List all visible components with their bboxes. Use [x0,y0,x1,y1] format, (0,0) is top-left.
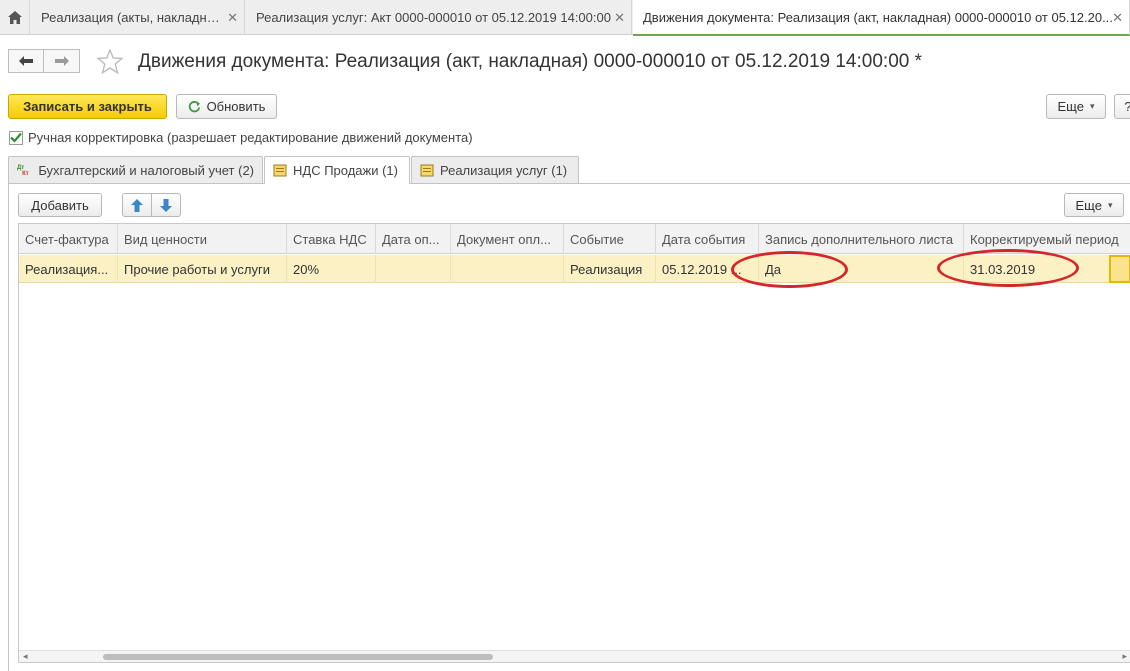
add-label: Добавить [31,197,89,213]
column-header[interactable]: Документ опл... [451,224,564,254]
column-header[interactable]: Вид ценности [118,224,287,254]
table-cell[interactable]: 05.12.2019 ... [656,255,759,283]
manual-adjust-option: Ручная корректировка (разрешает редактир… [9,130,473,145]
table-cell-selected[interactable] [1109,255,1130,283]
tab-label: Бухгалтерский и налоговый учет (2) [38,162,254,178]
page-title: Движения документа: Реализация (акт, нак… [138,51,923,72]
more-label: Еще [1057,99,1084,114]
window-tab-label: Реализация услуг: Акт 0000-000010 от 05.… [256,10,611,25]
refresh-label: Обновить [206,99,266,114]
table-cell[interactable]: 31.03.2019 [964,255,1109,283]
save-and-close-label: Записать и закрыть [23,99,152,114]
scroll-left-icon[interactable]: ◂ [23,651,28,662]
table-cell[interactable]: Прочие работы и услуги [118,255,287,283]
close-icon[interactable]: ✕ [614,10,625,26]
column-header[interactable]: Дата события [656,224,759,254]
column-header[interactable]: Запись дополнительного листа [759,224,964,254]
table-cell[interactable] [376,255,451,283]
tab-accounting[interactable]: Дт Кт Бухгалтерский и налоговый учет (2) [8,156,263,183]
column-header[interactable]: Дата оп... [376,224,451,254]
register-icon [420,164,434,176]
table-cell[interactable]: Да [759,255,964,283]
svg-text:Кт: Кт [22,171,29,177]
window-tab-label: Реализация (акты, накладные) [41,10,227,25]
favorite-button[interactable] [96,48,124,77]
tab-label: НДС Продажи (1) [293,163,398,178]
help-label: ? [1124,99,1130,114]
home-icon [7,11,22,24]
close-icon[interactable]: ✕ [1112,10,1123,26]
home-button[interactable] [0,0,30,35]
table-cell[interactable]: Реализация [564,255,656,283]
register-icon [273,164,287,177]
window-tab-sales-list[interactable]: Реализация (акты, накладные) ✕ [31,0,245,35]
refresh-icon [188,100,200,113]
tab-vat-sales[interactable]: НДС Продажи (1) [264,156,410,184]
svg-text:Дт: Дт [17,165,24,171]
table-header: Счет-фактура Вид ценности Ставка НДС Дат… [19,224,1130,254]
manual-adjust-checkbox[interactable] [9,130,23,145]
manual-adjust-label: Ручная корректировка (разрешает редактир… [28,130,473,145]
column-header[interactable]: Счет-фактура [19,224,118,254]
chevron-down-icon: ▾ [1107,199,1113,210]
chevron-down-icon: ▾ [1089,101,1095,111]
table-cell[interactable]: Реализация... [19,255,118,283]
star-icon [96,48,124,75]
scrollbar-thumb[interactable] [103,654,493,660]
arrow-right-icon [54,56,69,66]
navigation-buttons [8,49,80,73]
table-cell[interactable]: 20% [287,255,376,283]
move-up-button[interactable] [122,193,152,217]
help-button[interactable]: ? [1114,94,1130,119]
close-icon[interactable]: ✕ [227,10,238,26]
grid-more-label: Еще [1075,197,1102,213]
window-tab-label: Движения документа: Реализация (акт, нак… [643,9,1113,25]
column-header[interactable]: Ставка НДС [287,224,376,254]
grid-more-button[interactable]: Еще ▾ [1064,193,1124,217]
arrow-left-icon [19,56,33,66]
move-down-button[interactable] [151,193,181,217]
vat-sales-table: Счет-фактура Вид ценности Ставка НДС Дат… [18,223,1130,663]
add-button[interactable]: Добавить [18,193,102,217]
tab-service-sales[interactable]: Реализация услуг (1) [411,156,579,183]
forward-button[interactable] [44,49,80,73]
scroll-right-icon[interactable]: ▸ [1122,651,1127,662]
arrow-down-icon [160,198,172,212]
arrow-up-icon [131,198,143,212]
refresh-button[interactable]: Обновить [176,94,277,119]
dt-kt-icon: Дт Кт [17,165,29,177]
table-row[interactable]: Реализация... Прочие работы и услуги 20%… [19,255,1130,283]
table-cell[interactable] [451,255,564,283]
more-button[interactable]: Еще ▾ [1046,94,1106,119]
save-and-close-button[interactable]: Записать и закрыть [8,94,167,119]
back-button[interactable] [8,49,44,73]
column-header[interactable]: Событие [564,224,656,254]
tab-label: Реализация услуг (1) [440,162,568,178]
checkmark-icon [10,132,22,143]
horizontal-scrollbar[interactable]: ◂ ▸ [19,650,1130,662]
window-tab-document-movements[interactable]: Движения документа: Реализация (акт, нак… [633,0,1130,36]
window-tab-bar: Реализация (акты, накладные) ✕ Реализаци… [0,0,1130,36]
window-tab-service-act[interactable]: Реализация услуг: Акт 0000-000010 от 05.… [246,0,632,35]
column-header[interactable]: Корректируемый период [964,224,1130,254]
